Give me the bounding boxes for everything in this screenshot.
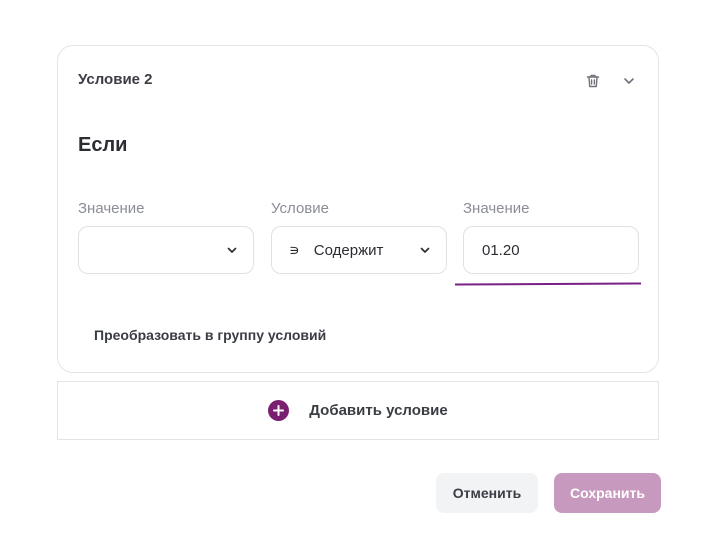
collapse-condition-button[interactable] [618, 70, 640, 92]
trash-icon [586, 74, 600, 88]
condition-title: Условие 2 [78, 71, 153, 88]
condition-select[interactable]: ∍ Содержит [271, 226, 447, 274]
if-heading: Если [78, 134, 128, 156]
cancel-button[interactable]: Отменить [436, 473, 538, 513]
chevron-down-icon [420, 247, 430, 253]
value-right-text: 01.20 [482, 241, 520, 259]
convert-to-group-link[interactable]: Преобразовать в группу условий [94, 327, 326, 343]
condition-card: Условие 2 Если Значение Условие ∍ Содерж… [57, 45, 659, 373]
delete-condition-button[interactable] [582, 70, 604, 92]
plus-circle-icon [268, 400, 290, 421]
value-left-select[interactable] [78, 226, 254, 274]
condition-label: Условие [271, 200, 329, 217]
add-condition-button[interactable]: Добавить условие [57, 381, 659, 440]
value-right-label: Значение [463, 200, 530, 217]
value-left-label: Значение [78, 200, 145, 217]
input-focus-underline [454, 282, 642, 286]
contains-symbol-icon: ∍ [289, 242, 300, 259]
chevron-down-icon [624, 78, 634, 84]
save-button[interactable]: Сохранить [554, 473, 661, 513]
chevron-down-icon [227, 247, 237, 253]
add-condition-label: Добавить условие [309, 402, 448, 419]
condition-current: Содержит [313, 241, 384, 259]
value-right-input[interactable]: 01.20 [463, 226, 639, 274]
